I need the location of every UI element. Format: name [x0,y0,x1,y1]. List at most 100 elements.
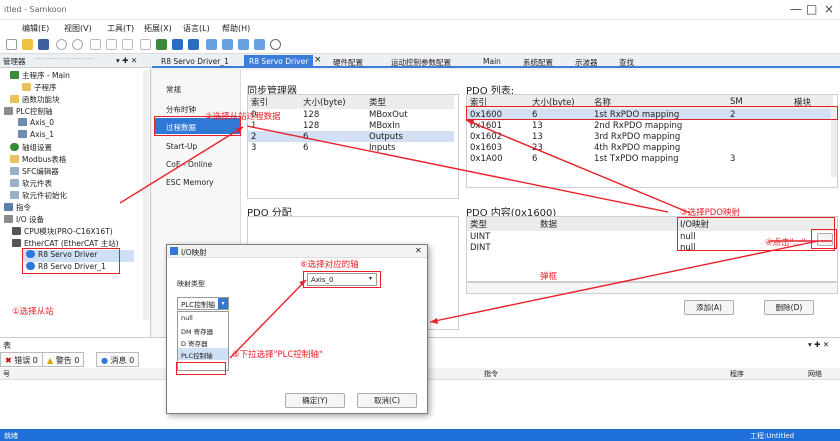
error-filter-button[interactable]: ✖ 错误 0 [0,352,43,367]
tab-close-icon[interactable]: × [314,55,322,65]
message-pane-pin[interactable]: ▾ ✚ ✕ [808,340,829,349]
tree-item-main[interactable]: 主程序 - Main [10,70,70,81]
tab-r8-servo-driver[interactable]: R8 Servo Driver [244,55,314,67]
open-icon[interactable] [22,39,33,50]
tab-find[interactable]: 查找 [614,55,639,67]
download-icon[interactable] [156,39,167,50]
upload-icon[interactable] [172,39,183,50]
warning-filter-button[interactable]: ▲ 警告 0 [42,352,85,367]
dropdown-option-d[interactable]: D 寄存器 [178,336,228,348]
new-icon[interactable] [6,39,17,50]
table-row[interactable]: 2 6 Outputs [248,131,454,142]
col-instruction: 指令 [484,370,498,378]
tree-item-subprogram[interactable]: 子程序 [22,82,57,93]
online-icon[interactable] [238,39,249,50]
status-bar: 就绪 工程:Untitled [0,429,840,441]
tab-motion-params[interactable]: 运动控制参数配置 [386,55,456,67]
menu-help[interactable]: 帮助(H) [222,23,250,34]
tab-main[interactable]: Main [478,55,506,67]
tab-hardware-config[interactable]: 硬件配置 [328,55,368,67]
stop-icon[interactable] [222,39,233,50]
nav-coe-online[interactable]: CoE - Online [154,156,240,172]
device-table-icon [10,179,19,187]
tree-item-axis1[interactable]: Axis_1 [18,130,54,139]
tree-item-device-init[interactable]: 软元件初始化 [10,190,67,201]
col-index: 索引 [248,95,300,109]
compile-icon[interactable] [140,39,151,50]
tree-item-axis-group[interactable]: 轴组设置 [10,142,52,153]
tab-oscilloscope[interactable]: 示波器 [570,55,603,67]
mapping-type-select[interactable]: PLC控制轴 ▾ [177,297,229,310]
tree-item-io-devices[interactable]: I/O 设备 [4,214,44,225]
dialog-close-icon[interactable]: ✕ [415,246,422,255]
highlight-slave-selection [22,248,120,274]
menu-extend[interactable]: 拓展(X) [144,23,172,34]
tree-item-modbus[interactable]: Modbus表格 [10,154,66,165]
table-row[interactable]: 0x1602 13 3rd RxPDO mapping [467,131,833,142]
tab-r8-servo-driver-1[interactable]: R8 Servo Driver_1 [156,55,234,67]
table-row[interactable]: 0x1A00 6 1st TxPDO mapping 3 [467,153,833,164]
cpu-icon [12,227,21,235]
highlight-axis-select [303,271,381,288]
annotation-step6: ⑥选择对应的轴 [300,260,359,270]
app-window: itled - Samkoon — □ × 编辑(E) 视图(V) 工具(T) … [0,0,840,441]
table-row[interactable]: 3 6 Inputs [248,142,454,153]
annotation-step2: ②选择从站过程数据 [205,112,281,122]
info-filter-button[interactable]: ● 消息 0 [96,352,140,367]
cancel-button[interactable]: 取消(C) [357,393,417,408]
col-type: 类型 [467,217,537,231]
status-text: 就绪 [4,432,18,440]
instruction-icon [4,203,13,211]
tree-scrollbar[interactable] [143,70,149,320]
add-button[interactable]: 添加(A) [684,300,734,315]
tree-item-sfc[interactable]: SFC编辑器 [10,166,59,177]
toolbar [0,36,840,54]
tree-item-function-block[interactable]: 函数功能块 [10,94,60,105]
paste-icon[interactable] [122,39,133,50]
redo-icon[interactable] [72,39,83,50]
delete-button[interactable]: 删除(D) [764,300,814,315]
annotation-step4: ④点击"..." [765,238,806,248]
tree-item-cpu[interactable]: CPU模块(PRO-C16X16T) [12,226,113,237]
gear-icon[interactable] [270,39,281,50]
tree-item-plc-axis[interactable]: PLC控制轴 [4,106,52,117]
run-icon[interactable] [206,39,217,50]
copy-icon[interactable] [106,39,117,50]
tab-system-config[interactable]: 系统配置 [518,55,558,67]
nav-general[interactable]: 常规 [154,80,240,96]
menu-tools[interactable]: 工具(T) [107,23,134,34]
undo-icon[interactable] [56,39,67,50]
offline-icon[interactable] [254,39,265,50]
chevron-down-icon[interactable]: ▾ [218,298,228,309]
dropdown-option-dm[interactable]: DM 寄存器 [178,324,228,336]
annotation-step3: ③选择PDO映射 [680,208,740,218]
tree-item-device-table[interactable]: 软元件表 [10,178,52,189]
tree-item-instructions[interactable]: 指令 [4,202,31,213]
monitor-icon[interactable] [188,39,199,50]
dropdown-option-null[interactable]: null [178,312,228,324]
window-title: itled - Samkoon [4,5,67,14]
ethercat-icon [12,239,21,247]
pdo-content-hscroll[interactable] [466,282,838,294]
cut-icon[interactable] [90,39,101,50]
save-icon[interactable] [38,39,49,50]
table-row[interactable]: 0x1601 13 2nd RxPDO mapping [467,120,833,131]
dialog-title-bar: I/O映射 ✕ [167,245,427,258]
message-pane-title: 表 [3,341,11,350]
menu-language[interactable]: 语言(L) [183,23,210,34]
axis-icon [18,118,27,126]
pane-pin-controls[interactable]: ▾ ✚ ✕ [116,56,137,65]
dropdown-option-plc-axis[interactable]: PLC控制轴 [178,348,228,360]
minimize-button[interactable]: — [790,2,802,16]
axis-folder-icon [4,107,13,115]
menu-view[interactable]: 视图(V) [64,23,92,34]
ok-button[interactable]: 确定(Y) [285,393,345,408]
maximize-button[interactable]: □ [806,2,817,16]
nav-esc-memory[interactable]: ESC Memory [154,174,240,190]
menu-edit[interactable]: 编辑(E) [22,23,49,34]
close-button[interactable]: × [824,2,834,16]
tree-item-axis0[interactable]: Axis_0 [18,118,54,127]
col-type: 类型 [366,95,454,109]
nav-startup[interactable]: Start-Up [154,138,240,154]
table-row[interactable]: 0x1603 23 4th RxPDO mapping [467,142,833,153]
